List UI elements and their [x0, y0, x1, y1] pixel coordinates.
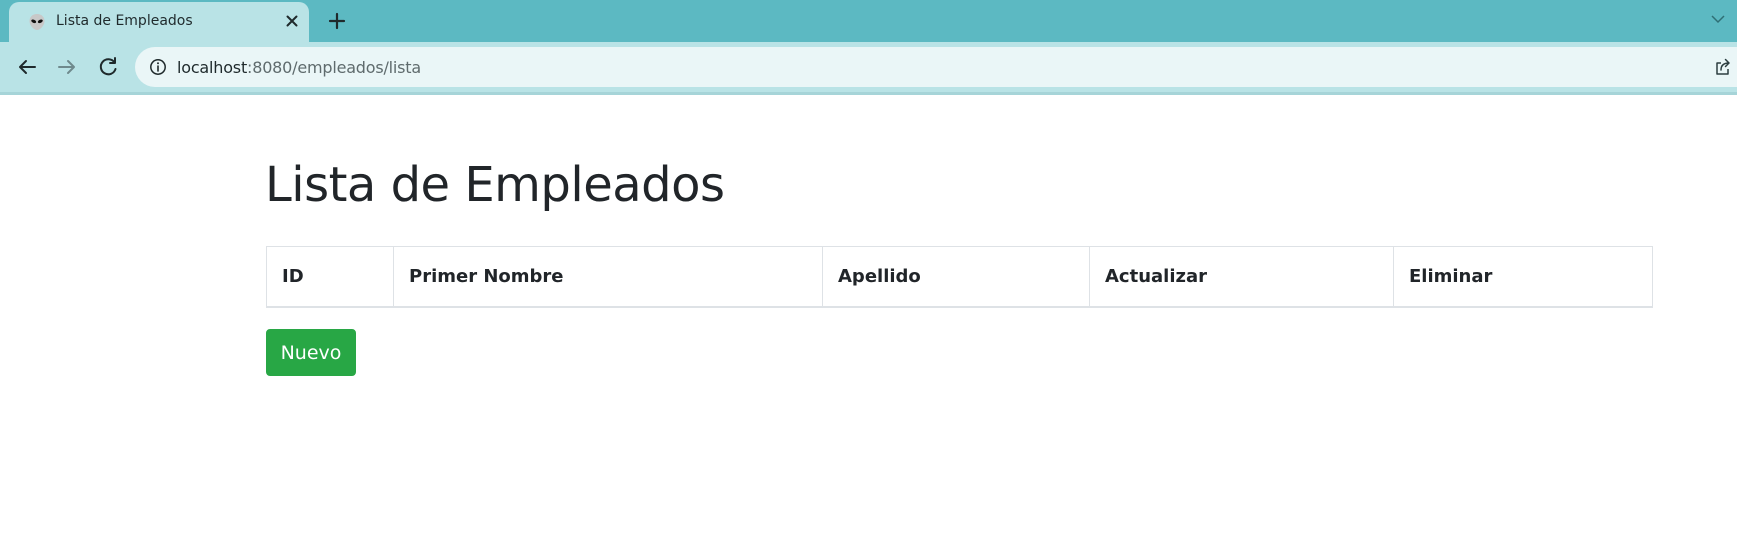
forward-arrow-icon[interactable]	[53, 53, 81, 81]
column-header-first-name: Primer Nombre	[393, 246, 823, 308]
employees-table: ID Primer Nombre Apellido Actualizar Eli…	[266, 246, 1653, 308]
address-bar[interactable]: localhost:8080/empleados/lista	[135, 47, 1737, 87]
new-tab-icon[interactable]	[326, 10, 348, 32]
new-employee-button[interactable]: Nuevo	[266, 329, 356, 376]
tab-lista-empleados[interactable]: Lista de Empleados	[9, 2, 309, 42]
share-icon[interactable]	[1713, 57, 1733, 77]
close-icon[interactable]	[282, 11, 302, 31]
page-title: Lista de Empleados	[265, 157, 725, 213]
url-path: :8080/empleados/lista	[247, 58, 421, 77]
tab-title: Lista de Empleados	[56, 13, 193, 29]
column-header-delete: Eliminar	[1393, 246, 1653, 308]
alien-icon	[27, 12, 47, 32]
browser-toolbar: localhost:8080/empleados/lista	[0, 42, 1737, 95]
info-icon[interactable]	[149, 58, 167, 76]
column-header-last-name: Apellido	[822, 246, 1090, 308]
tab-strip: Lista de Empleados	[0, 0, 1737, 42]
back-arrow-icon[interactable]	[13, 53, 41, 81]
column-header-update: Actualizar	[1089, 246, 1394, 308]
table-header-row: ID Primer Nombre Apellido Actualizar Eli…	[266, 246, 1653, 308]
page-content: Lista de Empleados ID Primer Nombre Apel…	[0, 95, 1737, 557]
reload-icon[interactable]	[94, 53, 122, 81]
url-text[interactable]: localhost:8080/empleados/lista	[177, 58, 421, 77]
column-header-id: ID	[266, 246, 394, 308]
browser-window: Lista de Empleados localhost:8080/emplea…	[0, 0, 1737, 557]
chevron-down-icon[interactable]	[1709, 10, 1727, 28]
url-host: localhost	[177, 58, 248, 77]
